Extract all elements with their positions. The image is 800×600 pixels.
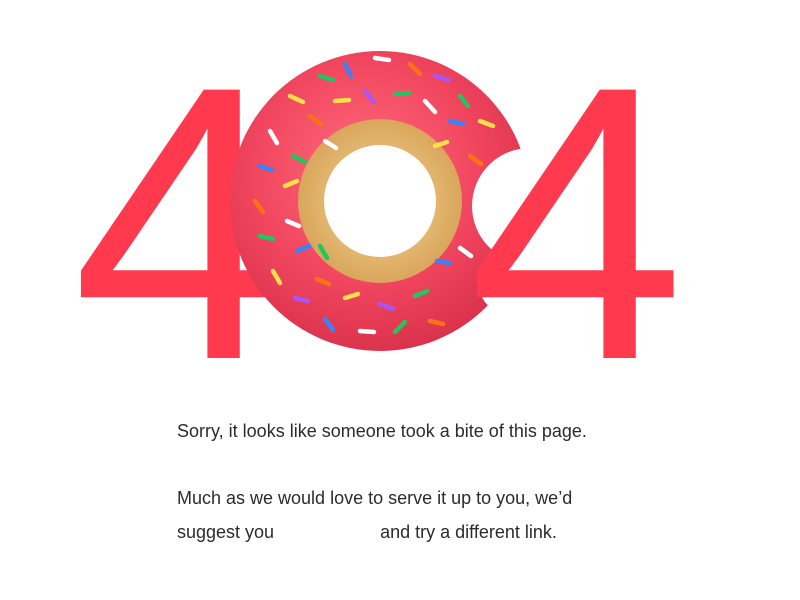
error-digit-right: 4 xyxy=(468,5,685,441)
message-line-1: Sorry, it looks like someone took a bite… xyxy=(177,421,587,441)
message-line-3-start: suggest you xyxy=(177,522,275,542)
error-hero: 4 4 xyxy=(0,0,800,418)
message-line-3: suggest you and try a different link. xyxy=(177,515,737,549)
message-line-3-end: and try a different link. xyxy=(380,522,557,542)
return-link[interactable] xyxy=(279,524,375,542)
message-line-2: Much as we would love to serve it up to … xyxy=(177,488,573,508)
error-message: Sorry, it looks like someone took a bite… xyxy=(177,414,737,549)
